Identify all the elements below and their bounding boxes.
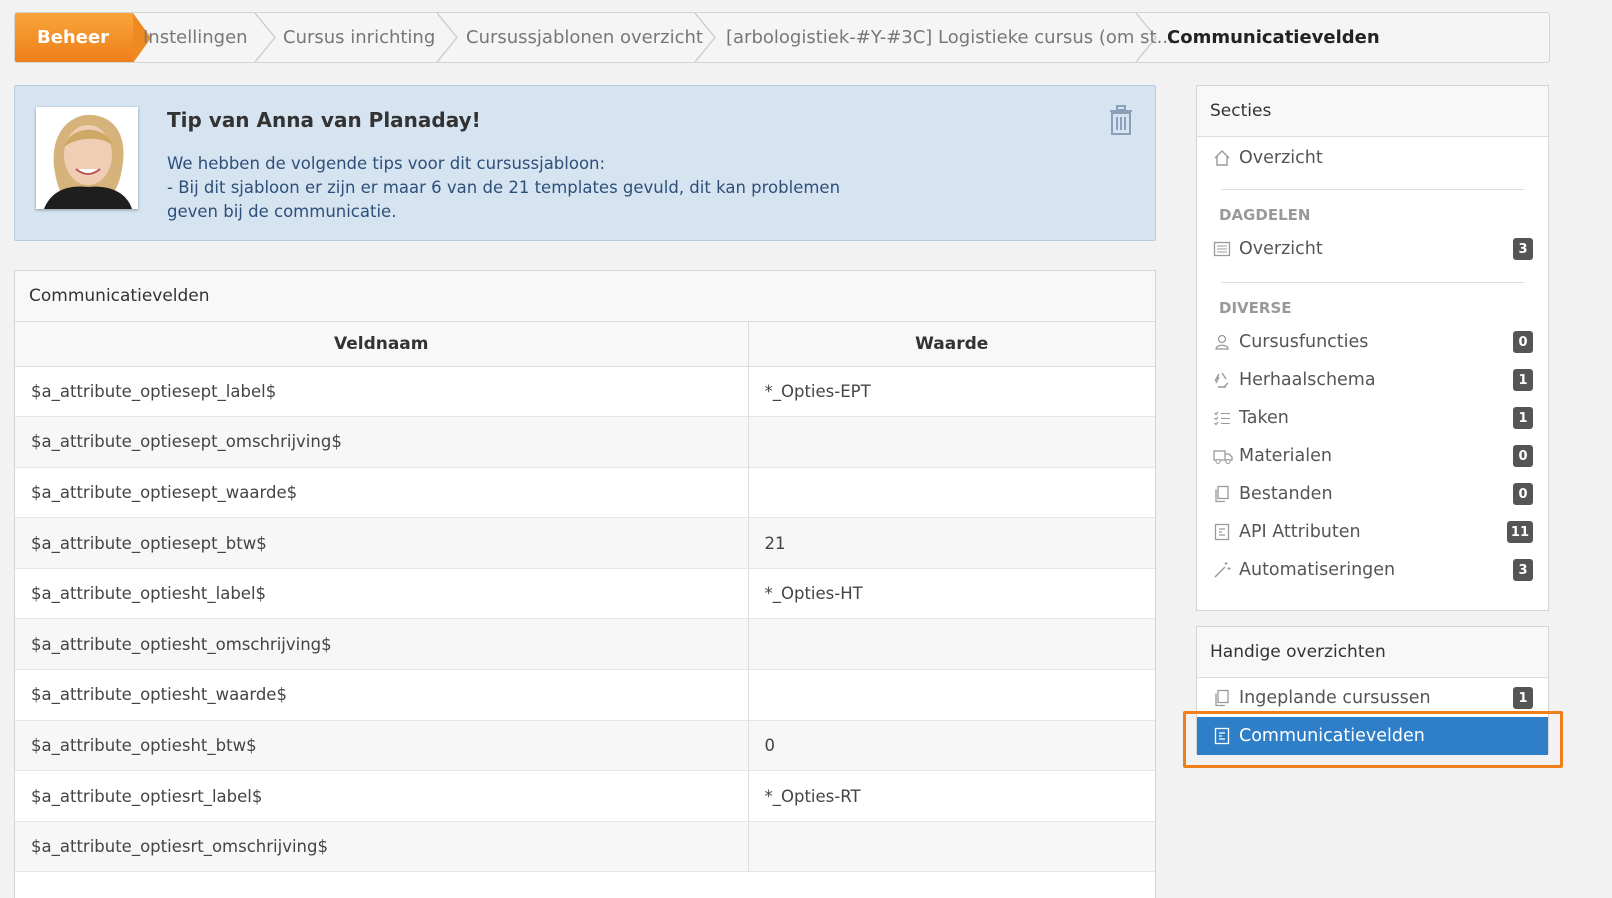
field-value-cell: *_Opties-HT	[748, 568, 1155, 620]
tip-panel: Tip van Anna van Planaday! We hebben de …	[14, 85, 1156, 241]
home-icon	[1213, 149, 1231, 167]
sidebar-item-materialen[interactable]: Materialen 0	[1197, 437, 1548, 475]
field-name-cell: $a_attribute_optiesht_label$	[15, 568, 749, 620]
field-value-cell	[748, 618, 1155, 671]
sidebar-item-label: Ingeplande cursussen	[1239, 688, 1431, 708]
field-name-cell: $a_attribute_optiesht_omschrijving$	[15, 618, 749, 671]
breadcrumb-instellingen[interactable]: Instellingen	[143, 13, 248, 62]
field-value-cell	[748, 467, 1155, 519]
count-badge: 1	[1513, 687, 1533, 709]
sidebar-item-label: Bestanden	[1239, 484, 1333, 504]
tip-line: geven bij de communicatie.	[167, 202, 397, 221]
field-value-cell: *_Opties-RT	[748, 770, 1155, 822]
table-row: $a_attribute_optiesept_btw$ 21	[15, 517, 1155, 569]
count-badge: 0	[1513, 445, 1533, 467]
tip-line: - Bij dit sjabloon er zijn er maar 6 van…	[167, 178, 841, 197]
table-row: $a_attribute_optiesht_label$ *_Opties-HT	[15, 568, 1155, 620]
table-row: $a_attribute_optiesrt_omschrijving$	[15, 821, 1155, 873]
field-name-cell: $a_attribute_optiesept_waarde$	[15, 467, 749, 519]
sidebar-item-label: Taken	[1239, 408, 1289, 428]
count-badge: 3	[1513, 559, 1533, 581]
tip-title: Tip van Anna van Planaday!	[167, 108, 481, 132]
sidebar-item-label: Herhaalschema	[1239, 370, 1376, 390]
count-badge: 0	[1513, 331, 1533, 353]
tip-line: We hebben de volgende tips voor dit curs…	[167, 154, 606, 173]
magic-wand-icon	[1213, 561, 1231, 579]
files-icon	[1213, 485, 1231, 503]
sidebar-item-herhaalschema[interactable]: Herhaalschema 1	[1197, 361, 1548, 399]
table-row: $a_attribute_optiesept_omschrijving$	[15, 416, 1155, 468]
panel-title: Communicatievelden	[15, 271, 1155, 322]
sidebar-item-bestanden[interactable]: Bestanden 0	[1197, 475, 1548, 513]
breadcrumb: Beheer Instellingen Cursus inrichting Cu…	[14, 12, 1550, 63]
list-icon	[1213, 240, 1231, 258]
table-row: $a_attribute_optiesept_waarde$	[15, 467, 1155, 519]
field-name-cell: $a_attribute_optiesrt_omschrijving$	[15, 821, 749, 873]
breadcrumb-beheer[interactable]: Beheer	[15, 13, 151, 62]
sidebar-item-taken[interactable]: Taken 1	[1197, 399, 1548, 437]
checklist-icon	[1213, 409, 1231, 427]
user-icon	[1213, 333, 1231, 351]
table-row: $a_attribute_optiesht_btw$ 0	[15, 720, 1155, 772]
sidebar-item-automatiseringen[interactable]: Automatiseringen 3	[1197, 551, 1548, 589]
sidebar-item-overzicht[interactable]: Overzicht	[1197, 139, 1548, 177]
table-row: $a_attribute_optiesrt_label$ *_Opties-RT	[15, 770, 1155, 822]
sidebar-item-label: Materialen	[1239, 446, 1332, 466]
sections-panel: Secties Overzicht DAGDELEN Overzicht 3 D…	[1196, 85, 1549, 611]
field-value-cell	[748, 416, 1155, 468]
breadcrumb-separator	[436, 13, 458, 62]
sections-title: Secties	[1197, 86, 1548, 137]
handy-title: Handige overzichten	[1197, 627, 1548, 678]
api-icon	[1213, 523, 1231, 541]
field-name-cell: $a_attribute_optiesrt_label$	[15, 770, 749, 822]
field-name-cell: $a_attribute_optiesht_btw$	[15, 720, 749, 772]
breadcrumb-sjabloon[interactable]: [arbologistiek-#Y-#3C] Logistieke cursus…	[726, 13, 1174, 62]
sidebar-item-label: Cursusfuncties	[1239, 332, 1369, 352]
field-name-cell: $a_attribute_optiesept_omschrijving$	[15, 416, 749, 468]
sidebar-item-cursusfuncties[interactable]: Cursusfuncties 0	[1197, 323, 1548, 361]
count-badge: 1	[1513, 369, 1533, 391]
breadcrumb-current: Communicatievelden	[1167, 27, 1380, 48]
sidebar-item-label: Overzicht	[1239, 239, 1323, 259]
communication-fields-panel: Communicatievelden Veldnaam Waarde $a_at…	[14, 270, 1156, 898]
sidebar-item-dagdelen-overzicht[interactable]: Overzicht 3	[1197, 230, 1548, 268]
field-name-cell: $a_attribute_optiesept_label$	[15, 366, 749, 418]
truck-icon	[1213, 447, 1233, 465]
breadcrumb-cursus-inrichting[interactable]: Cursus inrichting	[283, 13, 435, 62]
column-header-waarde: Waarde	[748, 322, 1155, 367]
recycle-icon	[1213, 371, 1231, 389]
field-value-cell	[748, 821, 1155, 873]
table-row: $a_attribute_optiesept_label$ *_Opties-EP…	[15, 366, 1155, 418]
table-row: $a_attribute_optiesht_waarde$	[15, 669, 1155, 721]
avatar	[36, 107, 138, 209]
breadcrumb-cursussjablonen-overzicht[interactable]: Cursussjablonen overzicht	[466, 13, 703, 62]
field-name-cell: $a_attribute_optiesept_btw$	[15, 517, 749, 569]
count-badge: 0	[1513, 483, 1533, 505]
files-icon	[1213, 689, 1231, 707]
sidebar-item-api-attributen[interactable]: API Attributen 11	[1197, 513, 1548, 551]
field-value-cell: 21	[748, 517, 1155, 569]
table-row: $a_attribute_optiesht_omschrijving$	[15, 618, 1155, 671]
breadcrumb-separator	[254, 13, 276, 62]
field-name-cell: $a_attribute_optiesht_waarde$	[15, 669, 749, 721]
fields-table: Veldnaam Waarde $a_attribute_optiesept_l…	[15, 322, 1155, 873]
field-value-cell: *_Opties-EPT	[748, 366, 1155, 418]
sidebar-item-label: Automatiseringen	[1239, 560, 1396, 580]
count-badge: 11	[1506, 521, 1533, 543]
field-value-cell	[748, 669, 1155, 721]
trash-icon[interactable]	[1107, 104, 1135, 136]
column-header-veldnaam: Veldnaam	[15, 322, 749, 367]
diverse-list: Cursusfuncties 0 Herhaalschema 1 Taken 1 Mater…	[1197, 323, 1548, 589]
section-heading-dagdelen: DAGDELEN	[1219, 206, 1311, 224]
highlight-frame	[1183, 711, 1563, 768]
count-badge: 1	[1513, 407, 1533, 429]
field-value-cell: 0	[748, 720, 1155, 772]
tip-text: We hebben de volgende tips voor dit curs…	[167, 152, 847, 224]
sidebar-item-label: API Attributen	[1239, 522, 1361, 542]
sidebar-item-label: Overzicht	[1239, 148, 1323, 168]
section-heading-diverse: DIVERSE	[1219, 299, 1292, 317]
count-badge: 3	[1513, 238, 1533, 260]
